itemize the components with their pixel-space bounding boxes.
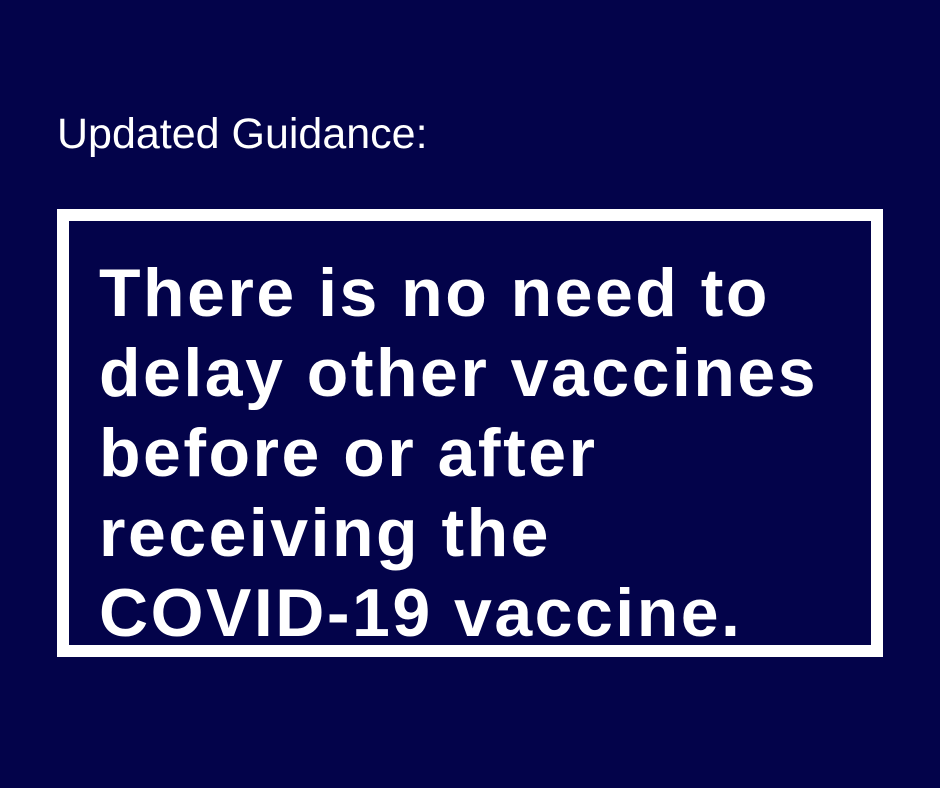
guidance-message: There is no need to delay other vaccines… [99, 253, 818, 653]
guidance-message-box: There is no need to delay other vaccines… [57, 209, 883, 657]
message-line-2: delay other vaccines [99, 335, 819, 411]
message-line-1: There is no need to [99, 255, 770, 331]
page-heading: Updated Guidance: [57, 110, 428, 158]
message-line-4: receiving the [99, 495, 551, 571]
message-line-3: before or after [99, 415, 598, 491]
message-line-5: COVID-19 vaccine. [99, 575, 743, 651]
